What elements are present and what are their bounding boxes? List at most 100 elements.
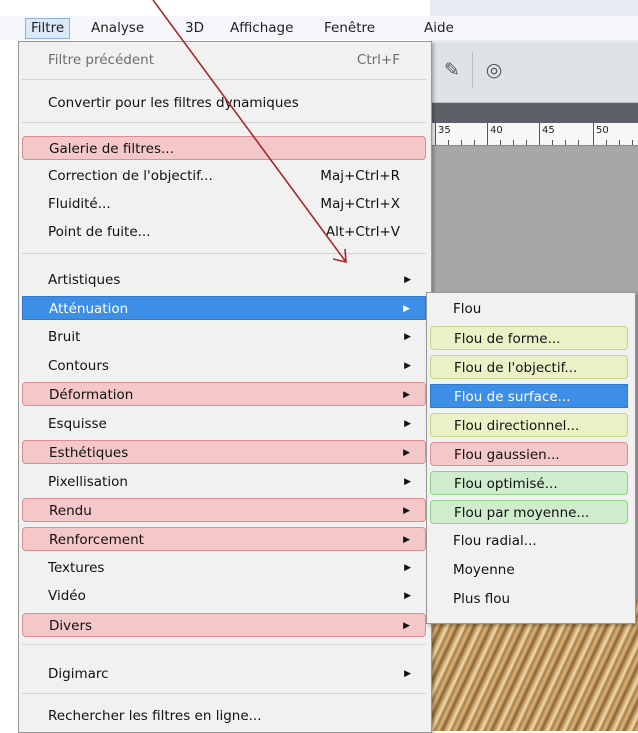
toolbar-separator: [472, 52, 473, 88]
menu-item-label: Vidéo: [48, 588, 86, 604]
menu-item-digimarc[interactable]: Digimarc ▶: [22, 662, 426, 686]
menu-item-label: Esthétiques: [49, 445, 129, 461]
menu-item-divers[interactable]: Divers ▶: [22, 613, 426, 637]
ruler-tick: [552, 140, 553, 145]
menu-item-shortcut: Ctrl+F: [356, 52, 400, 68]
ruler-tick: [593, 123, 594, 145]
menu-item-attenuation[interactable]: Atténuation ▶: [22, 296, 426, 320]
menu-item-label: Bruit: [48, 329, 81, 345]
menu-item-label: Rechercher les filtres en ligne...: [48, 708, 262, 724]
menu-item-label: Fluidité...: [48, 196, 111, 212]
submenu-arrow-icon: ▶: [403, 304, 410, 314]
menu-item-convertir-filtres-dynamiques[interactable]: Convertir pour les filtres dynamiques: [22, 91, 426, 115]
menu-item-esthetiques[interactable]: Esthétiques ▶: [22, 440, 426, 464]
menu-item-label: Esquisse: [48, 416, 107, 432]
menu-item-textures[interactable]: Textures ▶: [22, 556, 426, 580]
submenu-item-flou[interactable]: Flou: [430, 297, 628, 321]
horizontal-ruler: 35 40 45 50: [430, 123, 638, 146]
menu-item-pixellisation[interactable]: Pixellisation ▶: [22, 470, 426, 494]
menu-affichage[interactable]: Affichage: [225, 19, 298, 38]
menu-item-fluidite[interactable]: Fluidité... Maj+Ctrl+X: [22, 192, 426, 216]
menu-item-shortcut: Alt+Ctrl+V: [325, 224, 400, 240]
options-toolbar: ✎ ◎: [430, 42, 638, 103]
menu-item-label: Renforcement: [49, 532, 144, 548]
menu-analyse[interactable]: Analyse: [86, 19, 149, 38]
menu-separator: [22, 253, 426, 254]
submenu-item-moyenne[interactable]: Moyenne: [430, 558, 628, 582]
submenu-arrow-icon: ▶: [404, 332, 411, 342]
menu-3d[interactable]: 3D: [180, 19, 209, 38]
submenu-arrow-icon: ▶: [404, 591, 411, 601]
menu-separator: [22, 79, 426, 80]
menu-separator: [22, 693, 426, 694]
ruler-label: 40: [490, 125, 503, 136]
menu-fenetre[interactable]: Fenêtre: [319, 19, 380, 38]
menu-item-galerie-de-filtres[interactable]: Galerie de filtres...: [22, 136, 426, 160]
menu-item-bruit[interactable]: Bruit ▶: [22, 325, 426, 349]
submenu-arrow-icon: ▶: [404, 419, 411, 429]
ruler-tick: [435, 123, 436, 145]
submenu-arrow-icon: ▶: [403, 506, 410, 516]
menu-item-label: Artistiques: [48, 272, 121, 288]
menu-item-renforcement[interactable]: Renforcement ▶: [22, 527, 426, 551]
menu-item-contours[interactable]: Contours ▶: [22, 354, 426, 378]
ruler-tick: [526, 140, 527, 145]
target-brush-icon[interactable]: ◎: [480, 56, 508, 84]
submenu-item-flou-par-moyenne[interactable]: Flou par moyenne...: [430, 500, 628, 524]
submenu-item-flou-directionnel[interactable]: Flou directionnel...: [430, 413, 628, 437]
menu-item-correction-objectif[interactable]: Correction de l'objectif... Maj+Ctrl+R: [22, 164, 426, 188]
menu-item-label: Contours: [48, 358, 109, 374]
menu-item-label: Point de fuite...: [48, 224, 151, 240]
brush-tool-icon[interactable]: ✎: [438, 56, 466, 84]
submenu-item-flou-de-surface[interactable]: Flou de surface...: [430, 384, 628, 408]
menu-item-deformation[interactable]: Déformation ▶: [22, 382, 426, 406]
submenu-arrow-icon: ▶: [403, 448, 410, 458]
ruler-tick: [474, 140, 475, 145]
document-tab-strip: [430, 103, 638, 123]
submenu-item-flou-de-forme[interactable]: Flou de forme...: [430, 326, 628, 350]
menu-separator: [22, 644, 426, 645]
menu-item-label: Convertir pour les filtres dynamiques: [48, 95, 299, 111]
submenu-arrow-icon: ▶: [404, 669, 411, 679]
ruler-label: 50: [596, 125, 609, 136]
menu-item-label: Pixellisation: [48, 474, 128, 490]
menu-item-video[interactable]: Vidéo ▶: [22, 584, 426, 608]
submenu-arrow-icon: ▶: [404, 477, 411, 487]
submenu-arrow-icon: ▶: [404, 563, 411, 573]
ruler-label: 45: [542, 125, 555, 136]
submenu-item-flou-optimise[interactable]: Flou optimisé...: [430, 471, 628, 495]
submenu-arrow-icon: ▶: [404, 361, 411, 371]
menu-item-filtre-precedent[interactable]: Filtre précédent Ctrl+F: [22, 48, 426, 72]
submenu-arrow-icon: ▶: [404, 275, 411, 285]
ruler-tick: [539, 123, 540, 145]
submenu-item-plus-flou[interactable]: Plus flou: [430, 587, 628, 611]
menu-item-artistiques[interactable]: Artistiques ▶: [22, 268, 426, 292]
menu-item-rendu[interactable]: Rendu ▶: [22, 498, 426, 522]
ruler-tick: [619, 140, 620, 145]
menu-item-label: Rendu: [49, 503, 92, 519]
ruler-tick: [606, 140, 607, 145]
menu-item-point-de-fuite[interactable]: Point de fuite... Alt+Ctrl+V: [22, 220, 426, 244]
submenu-item-flou-de-objectif[interactable]: Flou de l'objectif...: [430, 355, 628, 379]
ruler-tick: [513, 140, 514, 145]
menu-item-esquisse[interactable]: Esquisse ▶: [22, 412, 426, 436]
ruler-tick: [632, 140, 633, 145]
ruler-tick: [565, 140, 566, 145]
menu-item-label: Galerie de filtres...: [49, 141, 174, 157]
menubar: Filtre Analyse 3D Affichage Fenêtre Aide: [0, 16, 638, 40]
ruler-tick: [487, 123, 488, 145]
menu-item-rechercher-filtres-en-ligne[interactable]: Rechercher les filtres en ligne...: [22, 704, 426, 728]
menu-filtre[interactable]: Filtre: [25, 18, 71, 39]
menu-item-label: Filtre précédent: [48, 52, 155, 68]
menu-item-shortcut: Maj+Ctrl+X: [320, 196, 400, 212]
ruler-label: 35: [438, 125, 451, 136]
submenu-item-flou-radial[interactable]: Flou radial...: [430, 529, 628, 553]
filter-menu: Filtre précédent Ctrl+F Convertir pour l…: [18, 41, 432, 733]
ruler-tick: [448, 140, 449, 145]
menu-aide[interactable]: Aide: [419, 19, 459, 38]
submenu-item-flou-gaussien[interactable]: Flou gaussien...: [430, 442, 628, 466]
submenu-arrow-icon: ▶: [403, 535, 410, 545]
menu-item-shortcut: Maj+Ctrl+R: [320, 168, 400, 184]
menu-item-label: Textures: [48, 560, 105, 576]
submenu-arrow-icon: ▶: [403, 390, 410, 400]
